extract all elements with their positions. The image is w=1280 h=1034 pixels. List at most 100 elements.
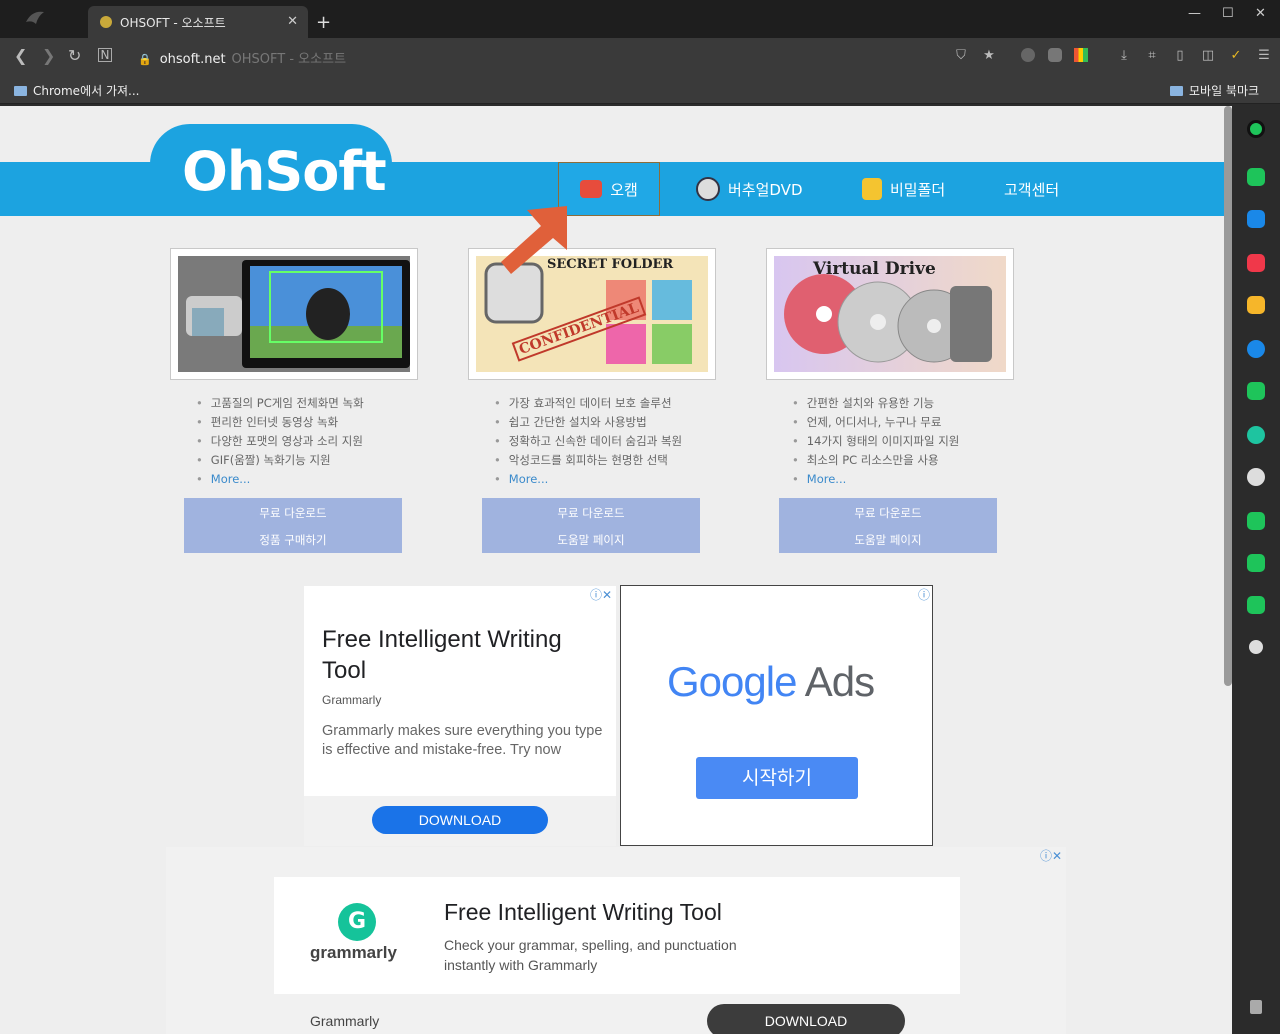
sidebar-store-icon[interactable] <box>1247 210 1265 228</box>
browser-sidebar <box>1232 106 1280 1034</box>
tab-favicon-icon <box>100 16 112 28</box>
ocam-feature-list: 고품질의 PC게임 전체화면 녹화 편리한 인터넷 동영상 녹화 다양한 포맷의… <box>196 394 364 489</box>
minimize-icon[interactable]: — <box>1188 6 1201 21</box>
product-card-virtual-drive[interactable]: Virtual Drive <box>766 248 1014 380</box>
ocam-product-image <box>178 256 410 372</box>
ad-grammarly-vertical[interactable]: ⓘ✕ Free Intelligent Writing Tool Grammar… <box>304 586 616 846</box>
tab-title: OHSOFT - 오소프트 <box>120 15 226 30</box>
sidebar-camera-icon[interactable] <box>1247 512 1265 530</box>
ocam-download-button[interactable]: 무료 다운로드 <box>184 505 402 521</box>
new-tab-button[interactable]: + <box>316 12 331 33</box>
google-ads-logo: Google Ads <box>667 658 875 705</box>
ad-info-icon[interactable]: ⓘ <box>918 586 930 603</box>
forward-icon[interactable]: ❯ <box>42 46 55 65</box>
nav-ocam[interactable]: 오캠 <box>558 162 660 216</box>
ocam-icon <box>580 180 603 198</box>
virtual-drive-help-button[interactable]: 도움말 페이지 <box>779 532 997 548</box>
nav-customer-center[interactable]: 고객센터 <box>1004 162 1059 216</box>
sidebar-pin-icon[interactable] <box>1250 1000 1262 1014</box>
bookmark-star-icon[interactable]: ★ <box>981 48 997 64</box>
bookmark-folder-mobile[interactable]: 모바일 북마크 <box>1170 82 1259 99</box>
ad3-logo-text: grammarly <box>310 943 397 962</box>
download-icon[interactable]: ⤓ <box>1116 48 1132 64</box>
ad3-inner: G grammarly Free Intelligent Writing Too… <box>274 877 960 1034</box>
sidebar-edge-icon[interactable] <box>1247 340 1265 358</box>
nav-secret-folder[interactable]: 비밀폴더 <box>862 162 945 216</box>
ad3-download-button[interactable]: DOWNLOAD <box>707 1004 905 1034</box>
lock-icon: 🔒 <box>138 53 152 66</box>
check-icon[interactable]: ✓ <box>1228 48 1244 64</box>
ad3-brand: Grammarly <box>310 1013 380 1029</box>
browser-tab[interactable]: OHSOFT - 오소프트 ✕ <box>88 6 308 38</box>
nav-virtual-dvd[interactable]: 버추얼DVD <box>696 162 803 216</box>
ocam-buy-button[interactable]: 정품 구매하기 <box>184 532 402 548</box>
ocam-more-link[interactable]: More... <box>196 470 364 489</box>
ad1-download-button[interactable]: DOWNLOAD <box>372 806 548 834</box>
shield-icon[interactable]: ⛉ <box>953 48 969 64</box>
close-window-icon[interactable]: ✕ <box>1255 6 1266 21</box>
color-extension-icon[interactable] <box>1074 48 1088 62</box>
secret-folder-more-link[interactable]: More... <box>494 470 682 489</box>
maximize-icon[interactable]: ☐ <box>1222 6 1234 21</box>
ad1-title[interactable]: Free Intelligent Writing Tool <box>322 624 602 686</box>
url-domain: ohsoft.net <box>159 52 226 67</box>
ocam-button-box: 무료 다운로드 정품 구매하기 <box>184 498 402 553</box>
ad-info-close-icon[interactable]: ⓘ✕ <box>1040 847 1062 864</box>
pointer-arrow-icon <box>497 204 571 280</box>
reader-icon[interactable]: ▯ <box>1172 48 1188 64</box>
ad1-footer: DOWNLOAD <box>304 796 616 846</box>
product-card-ocam[interactable] <box>170 248 418 380</box>
title-bar: OHSOFT - 오소프트 ✕ + — ☐ ✕ <box>0 0 1280 38</box>
share-icon[interactable] <box>1021 48 1035 62</box>
url-page-title: OHSOFT - 오소프트 <box>231 52 347 67</box>
secret-folder-feature-list: 가장 효과적인 데이터 보호 솔루션 쉽고 간단한 설치와 사용방법 정확하고 … <box>494 394 682 489</box>
virtual-drive-download-button[interactable]: 무료 다운로드 <box>779 505 997 521</box>
ad1-brand: Grammarly <box>322 693 382 707</box>
ad-info-close-icon[interactable]: ⓘ✕ <box>590 586 612 603</box>
ad-grammarly-banner[interactable]: ⓘ✕ G grammarly Free Intelligent Writing … <box>166 847 1066 1034</box>
folder-icon <box>14 85 27 96</box>
virtual-drive-image-title: Virtual Drive <box>813 259 936 279</box>
sidebar-chat-icon[interactable] <box>1247 554 1265 572</box>
extension-icon[interactable] <box>1048 48 1062 62</box>
sidebar-toggle-icon[interactable]: ◫ <box>1200 48 1216 64</box>
virtual-drive-button-box: 무료 다운로드 도움말 페이지 <box>779 498 997 553</box>
sidebar-favorites-icon[interactable] <box>1247 296 1265 314</box>
folder-icon <box>1170 85 1183 96</box>
sidebar-add-icon[interactable] <box>1249 640 1263 654</box>
secret-folder-download-button[interactable]: 무료 다운로드 <box>482 505 700 521</box>
page-viewport: OhSoft 오캠 버추얼DVD 비밀폴더 고객센터 고품질의 <box>0 106 1232 1034</box>
sidebar-cat-icon[interactable] <box>1247 468 1265 486</box>
back-icon[interactable]: ❮ <box>14 46 27 65</box>
reload-icon[interactable]: ↻ <box>68 46 81 65</box>
menu-icon[interactable]: ☰ <box>1256 48 1272 64</box>
bookmarks-bar: Chrome에서 가져... 모바일 북마크 <box>0 74 1280 104</box>
sidebar-green-circle-icon[interactable] <box>1247 120 1265 138</box>
site-logo[interactable]: OhSoft <box>182 140 387 203</box>
sidebar-green-square-icon[interactable] <box>1247 382 1265 400</box>
close-tab-icon[interactable]: ✕ <box>287 14 298 29</box>
address-bar[interactable]: 🔒 ohsoft.net OHSOFT - 오소프트 <box>138 48 346 67</box>
ad3-description: Check your grammar, spelling, and punctu… <box>444 937 737 973</box>
naver-icon[interactable]: N <box>98 48 112 62</box>
sidebar-play-icon[interactable] <box>1247 426 1265 444</box>
browser-logo-icon <box>24 8 46 28</box>
page-scrollbar[interactable] <box>1224 106 1232 686</box>
ad1-description: Grammarly makes sure everything you type… <box>322 723 603 758</box>
secret-folder-button-box: 무료 다운로드 도움말 페이지 <box>482 498 700 553</box>
sidebar-bookmark-icon[interactable] <box>1247 596 1265 614</box>
bookmark-folder-chrome[interactable]: Chrome에서 가져... <box>14 82 140 99</box>
grammarly-logo-icon: G <box>338 903 376 941</box>
capture-icon[interactable]: ⌗ <box>1144 48 1160 64</box>
ad3-footer: Grammarly DOWNLOAD <box>274 994 960 1034</box>
ad-google-ads[interactable]: ⓘ Google Ads 시작하기 <box>620 585 933 846</box>
lock-icon <box>862 178 882 200</box>
virtual-drive-feature-list: 간편한 설치와 유용한 기능 언제, 어디서나, 누구나 무료 14가지 형태의… <box>792 394 960 489</box>
sidebar-pocket-icon[interactable] <box>1247 254 1265 272</box>
google-ads-start-button[interactable]: 시작하기 <box>696 757 858 799</box>
virtual-drive-more-link[interactable]: More... <box>792 470 959 489</box>
browser-toolbar: ❮ ❯ ↻ N 🔒 ohsoft.net OHSOFT - 오소프트 ⛉ ★ ⤓ ⌗… <box>0 38 1280 74</box>
sidebar-alarm-icon[interactable] <box>1247 168 1265 186</box>
secret-folder-help-button[interactable]: 도움말 페이지 <box>482 532 700 548</box>
ad3-title[interactable]: Free Intelligent Writing Tool <box>444 899 722 926</box>
